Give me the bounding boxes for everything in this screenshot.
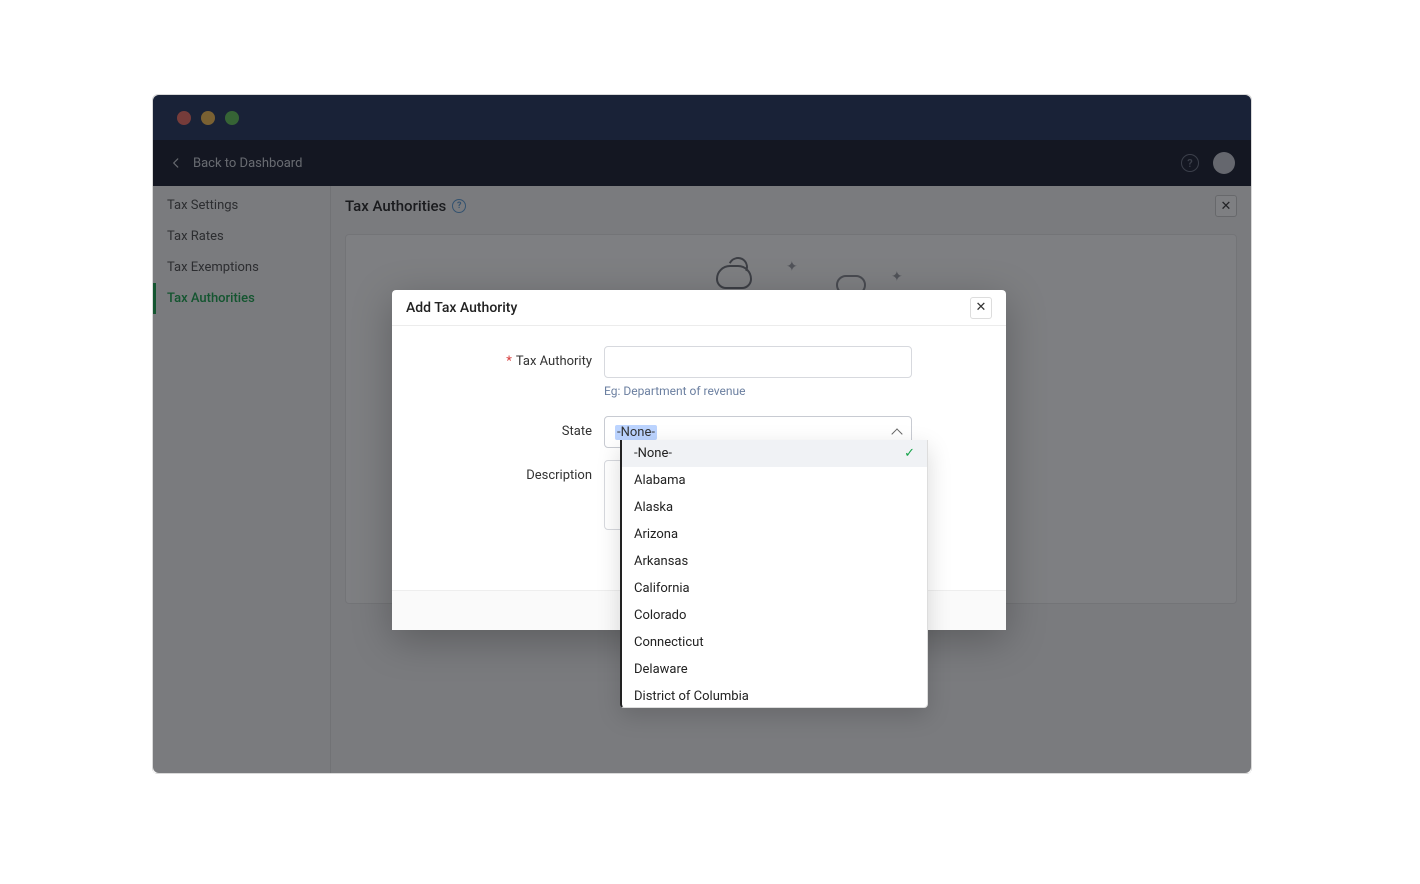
page-title: Tax Authorities (345, 197, 446, 215)
sidebar-item-tax-rates[interactable]: Tax Rates (153, 221, 330, 252)
state-option-california[interactable]: California (622, 575, 927, 602)
modal-close-button[interactable]: ✕ (970, 297, 992, 319)
arrow-left-icon (169, 156, 183, 170)
option-label: Arizona (634, 527, 678, 542)
window-minimize-traffic-light[interactable] (201, 111, 215, 125)
state-option-alabama[interactable]: Alabama (622, 467, 927, 494)
window-zoom-traffic-light[interactable] (225, 111, 239, 125)
page-close-button[interactable]: ✕ (1215, 195, 1237, 217)
window-close-traffic-light[interactable] (177, 111, 191, 125)
sidebar-item-tax-authorities[interactable]: Tax Authorities (153, 283, 330, 314)
state-option-arizona[interactable]: Arizona (622, 521, 927, 548)
sparkle-icon: ✦ (891, 269, 903, 285)
state-option-arkansas[interactable]: Arkansas (622, 548, 927, 575)
back-label: Back to Dashboard (193, 156, 302, 171)
topbar: Back to Dashboard ? (153, 140, 1251, 186)
state-label: State (562, 424, 592, 439)
sidebar-item-label: Tax Settings (167, 198, 238, 213)
option-label: Delaware (634, 662, 688, 677)
sparkle-icon: ✦ (786, 259, 798, 275)
sidebar-item-label: Tax Authorities (167, 291, 255, 306)
chevron-up-icon (891, 428, 902, 439)
sidebar-item-label: Tax Exemptions (167, 260, 259, 275)
sidebar-item-tax-settings[interactable]: Tax Settings (153, 190, 330, 221)
window-titlebar (153, 95, 1251, 140)
tax-authority-label: Tax Authority (516, 354, 592, 369)
option-label: Alabama (634, 473, 686, 488)
tax-authority-input[interactable] (604, 346, 912, 378)
state-option-colorado[interactable]: Colorado (622, 602, 927, 629)
option-label: Colorado (634, 608, 686, 623)
state-option-delaware[interactable]: Delaware (622, 656, 927, 683)
option-label: District of Columbia (634, 689, 749, 704)
check-icon: ✓ (904, 446, 915, 461)
cloud-icon (716, 265, 752, 289)
help-info-icon[interactable]: ? (452, 199, 466, 213)
help-icon[interactable]: ? (1181, 154, 1199, 172)
required-asterisk: * (506, 354, 512, 369)
state-dropdown: -None- ✓ Alabama Alaska Arizona Arkansas… (620, 440, 928, 708)
option-label: California (634, 581, 690, 596)
description-label: Description (526, 468, 592, 483)
option-label: Alaska (634, 500, 673, 515)
sidebar: Tax Settings Tax Rates Tax Exemptions Ta… (153, 186, 331, 773)
state-option-none[interactable]: -None- ✓ (622, 440, 927, 467)
user-avatar[interactable] (1213, 152, 1235, 174)
state-option-connecticut[interactable]: Connecticut (622, 629, 927, 656)
sidebar-item-tax-exemptions[interactable]: Tax Exemptions (153, 252, 330, 283)
option-label: -None- (634, 446, 672, 461)
modal-title: Add Tax Authority (406, 300, 517, 316)
state-option-alaska[interactable]: Alaska (622, 494, 927, 521)
tax-authority-hint: Eg: Department of revenue (604, 384, 982, 398)
state-selected-value: -None- (615, 425, 657, 440)
option-label: Arkansas (634, 554, 688, 569)
back-to-dashboard-link[interactable]: Back to Dashboard (169, 156, 302, 171)
sidebar-item-label: Tax Rates (167, 229, 224, 244)
option-label: Connecticut (634, 635, 704, 650)
state-option-district-of-columbia[interactable]: District of Columbia (622, 683, 927, 708)
